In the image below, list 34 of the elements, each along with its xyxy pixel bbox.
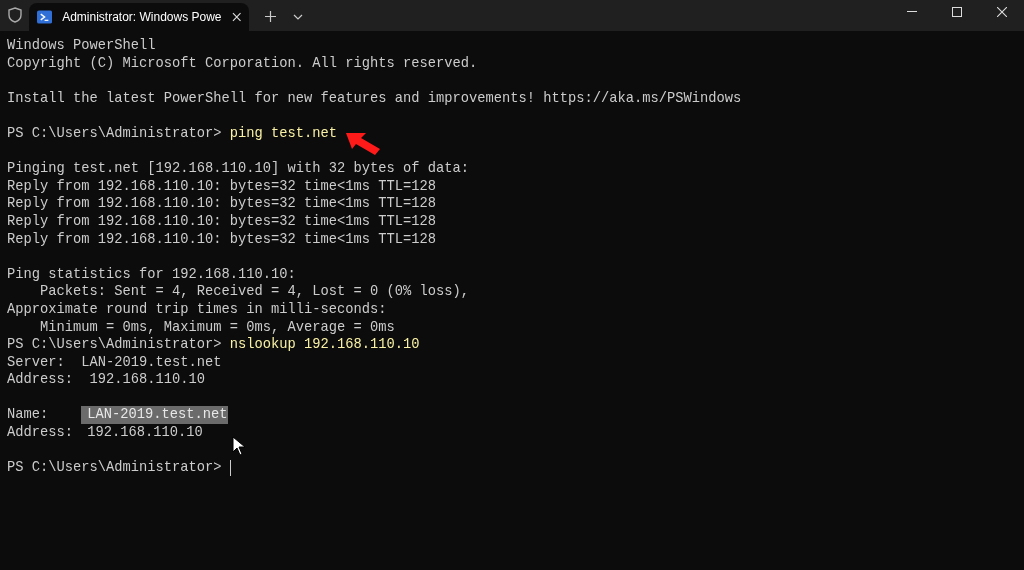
mouse-pointer-icon [232,436,246,456]
output-line: Packets: Sent = 4, Received = 4, Lost = 0 (0% loss), [39,283,470,301]
field-value: 192.168.110.10 [86,424,203,442]
shield-icon [8,7,22,23]
output-line: Pinging test.net [192.168.110.10] with 32 bytes of data: [7,160,470,178]
output-line: Reply from 192.168.110.10: bytes=32 time<1ms TTL=128 [7,177,437,196]
prompt: PS C:\Users\Administrator> [7,124,222,143]
output-line: Minimum = 0ms, Maximum = 0ms, Average = 0ms [39,318,395,337]
new-tab-icon[interactable] [265,11,276,22]
output-line: Install the latest PowerShell for new features and improvements! https://aka.ms/PSWindows [7,89,742,108]
output-line: Reply from 192.168.110.10: bytes=32 time<1ms TTL=128 [7,212,437,231]
command: ping test.net [229,124,338,143]
field-label: Name: [7,406,50,425]
output-line: Approximate round trip times in milli-seconds: [7,300,387,319]
powershell-icon [37,10,53,24]
output-line: Reply from 192.168.110.10: bytes=32 time<1ms TTL=128 [7,195,437,213]
prompt: PS C:\Users\Administrator> [7,459,222,477]
dropdown-icon[interactable] [293,14,303,20]
close-window-icon[interactable] [997,7,1007,17]
output-line: Reply from 192.168.110.10: bytes=32 time<1ms TTL=128 [7,230,437,249]
output-line: Address: 192.168.110.10 [7,371,206,389]
output-line: Ping statistics for 192.168.110.10: [7,265,296,284]
prompt: PS C:\Users\Administrator> [7,336,222,354]
annotation-arrow-icon [346,133,380,155]
field-value: LAN-2019.test.net [81,406,228,425]
maximize-icon[interactable] [952,7,962,17]
output-line: Copyright (C) Microsoft Corporation. All rights reserved. [7,54,478,73]
terminal-tab[interactable]: Administrator: Windows Powe [29,3,249,31]
tab-title: Administrator: Windows Powe [62,9,222,26]
command: nslookup 192.168.110.10 [229,336,420,354]
close-icon[interactable] [231,12,241,22]
field-label: Address: [7,424,74,442]
output-line: Server: LAN-2019.test.net [7,353,222,372]
output-line: Windows PowerShell [7,37,156,55]
